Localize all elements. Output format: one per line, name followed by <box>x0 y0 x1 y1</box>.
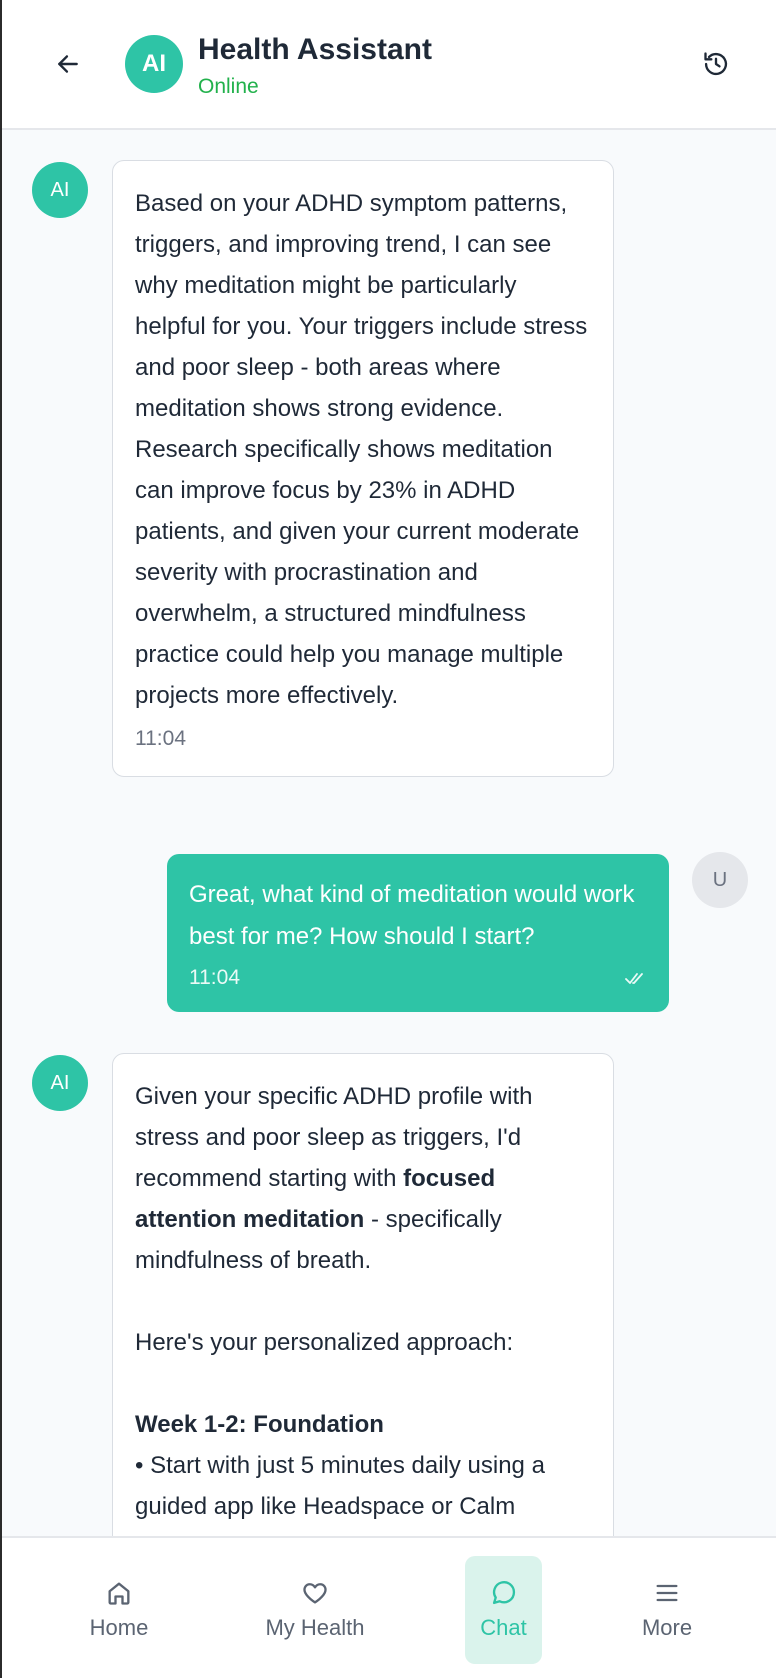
history-icon <box>704 52 728 76</box>
home-icon <box>108 1582 130 1605</box>
heart-icon <box>303 1583 327 1604</box>
ai-avatar: AI <box>32 162 88 218</box>
history-button[interactable] <box>696 44 736 84</box>
nav-my-health[interactable]: My Health <box>247 1556 383 1664</box>
nav-label: More <box>641 1615 693 1640</box>
bullet-item: • Start with just 5 minutes daily using … <box>135 1452 545 1520</box>
ai-message: Based on your ADHD symptom patterns, tri… <box>112 160 614 777</box>
message-time: 11:04 <box>189 966 240 989</box>
menu-icon <box>656 1584 678 1602</box>
section-heading: Week 1-2: Foundation <box>135 1411 384 1438</box>
nav-label: Home <box>89 1615 149 1640</box>
user-message: Great, what kind of meditation would wor… <box>167 854 669 1012</box>
chat-bubble-icon <box>492 1581 515 1605</box>
page-title: Health Assistant <box>198 33 432 66</box>
back-button[interactable] <box>48 44 88 84</box>
double-check-icon <box>625 973 643 984</box>
message-paragraph: Here's your personalized approach: <box>135 1329 514 1356</box>
ai-avatar: AI <box>32 1055 88 1111</box>
message-text: Great, what kind of meditation would wor… <box>189 881 635 950</box>
online-status: Online <box>198 75 259 98</box>
nav-label: My Health <box>265 1615 365 1640</box>
nav-home[interactable]: Home <box>74 1556 164 1664</box>
bottom-navigation: Home My Health Chat More <box>2 1536 776 1678</box>
ai-message: Given your specific ADHD profile with st… <box>112 1053 614 1536</box>
nav-more[interactable]: More <box>622 1556 712 1664</box>
nav-label: Chat <box>480 1615 527 1640</box>
user-avatar: U <box>692 852 748 908</box>
chat-screen: AI Health Assistant Online AI Based on y… <box>0 0 776 1678</box>
assistant-avatar: AI <box>125 35 183 93</box>
message-list[interactable]: AI Based on your ADHD symptom patterns, … <box>2 130 776 1536</box>
message-text: Based on your ADHD symptom patterns, tri… <box>135 190 588 709</box>
arrow-left-icon <box>58 55 78 73</box>
message-time: 11:04 <box>135 727 186 750</box>
nav-chat[interactable]: Chat <box>465 1556 542 1664</box>
chat-header: AI Health Assistant Online <box>2 0 776 130</box>
message-paragraph: Given your specific ADHD profile with st… <box>135 1083 533 1274</box>
